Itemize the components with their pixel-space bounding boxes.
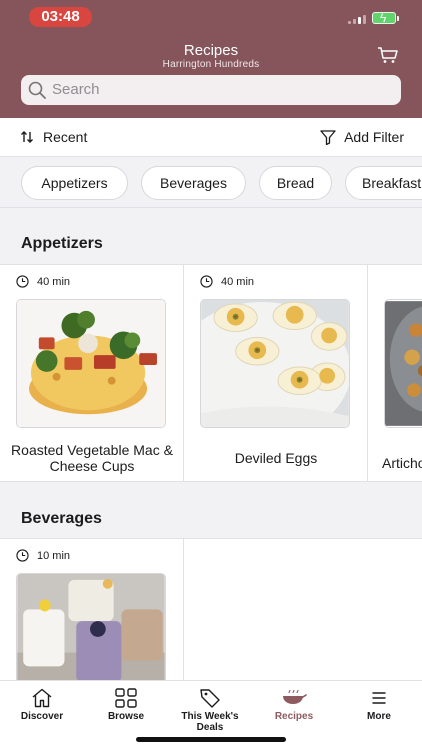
sort-label: Recent (43, 129, 88, 145)
filter-icon (320, 129, 336, 145)
add-filter-button[interactable]: Add Filter (320, 129, 404, 145)
recipe-image (384, 299, 422, 428)
chip-beverages[interactable]: Beverages (141, 166, 246, 200)
recipes-screen: 03:48 ϟ Recipes Harrington Hundreds Sear… (0, 0, 422, 750)
recipe-card[interactable]: 40 min Roasted Vegetable Mac & Cheese Cu… (0, 265, 184, 481)
section-title-appetizers: Appetizers (21, 235, 103, 252)
sort-icon (21, 131, 33, 143)
cook-time-value: 40 min (37, 275, 71, 288)
chip-breakfast[interactable]: Breakfast (345, 166, 422, 200)
category-chips: Appetizers Beverages Bread Breakfast (0, 157, 422, 208)
signal-icon (348, 15, 366, 24)
recipe-title: Deviled Eggs (234, 450, 318, 466)
sort-button[interactable]: Recent (20, 129, 87, 145)
recipe-card[interactable]: 40 min Deviled Eggs (184, 265, 368, 481)
tab-deals[interactable]: This Week's Deals (168, 681, 252, 733)
page-title: Recipes (183, 42, 239, 59)
beverages-row: 10 min (0, 538, 422, 683)
recipe-image (16, 573, 166, 683)
cook-time: 10 min (16, 549, 70, 562)
clock-icon (16, 549, 29, 562)
home-indicator[interactable] (136, 737, 286, 742)
recipe-title: Artichoke (382, 455, 422, 471)
cook-time-value: 40 min (221, 275, 255, 288)
chip-bread[interactable]: Bread (259, 166, 332, 200)
tab-recipes[interactable]: Recipes (252, 681, 336, 725)
appetizers-row: 40 min Roasted Vegetable Mac & Cheese Cu… (0, 264, 422, 482)
cook-time: 40 min (200, 275, 254, 288)
filter-label: Add Filter (344, 129, 404, 145)
tab-browse[interactable]: Browse (84, 681, 168, 725)
recipe-card[interactable]: 10 min (0, 539, 184, 683)
tab-label: Discover (20, 711, 64, 722)
tab-label: Recipes (274, 711, 314, 722)
recipe-image (16, 299, 166, 428)
recipe-image (200, 299, 350, 428)
tab-more[interactable]: More (337, 681, 421, 725)
clock-icon (200, 275, 213, 288)
cart-icon[interactable] (377, 46, 399, 64)
tab-label: Browse (107, 711, 145, 722)
status-time: 03:48 (29, 7, 92, 27)
tab-label: More (367, 711, 391, 722)
search-placeholder: Search (52, 81, 100, 98)
tab-label: This Week's Deals (181, 711, 239, 733)
chip-appetizers[interactable]: Appetizers (21, 166, 128, 200)
tab-discover[interactable]: Discover (0, 681, 84, 725)
recipe-title: Roasted Vegetable Mac & Cheese Cups (11, 442, 173, 474)
tag-icon (200, 689, 220, 708)
menu-icon (372, 692, 386, 704)
home-icon (32, 688, 52, 708)
header: 03:48 ϟ Recipes Harrington Hundreds Sear… (0, 0, 422, 118)
section-title-beverages: Beverages (21, 510, 102, 527)
store-name: Harrington Hundreds (162, 59, 260, 70)
search-icon (28, 81, 46, 99)
cook-time: 40 min (16, 275, 70, 288)
search-input[interactable]: Search (21, 75, 401, 105)
clock-icon (16, 275, 29, 288)
battery-icon: ϟ (372, 11, 399, 25)
cook-time-value: 10 min (37, 549, 71, 562)
wok-icon (283, 689, 307, 704)
sort-filter-bar: Recent Add Filter (0, 118, 422, 157)
recipe-card[interactable]: Artichoke (368, 265, 422, 481)
grid-icon (115, 688, 137, 708)
